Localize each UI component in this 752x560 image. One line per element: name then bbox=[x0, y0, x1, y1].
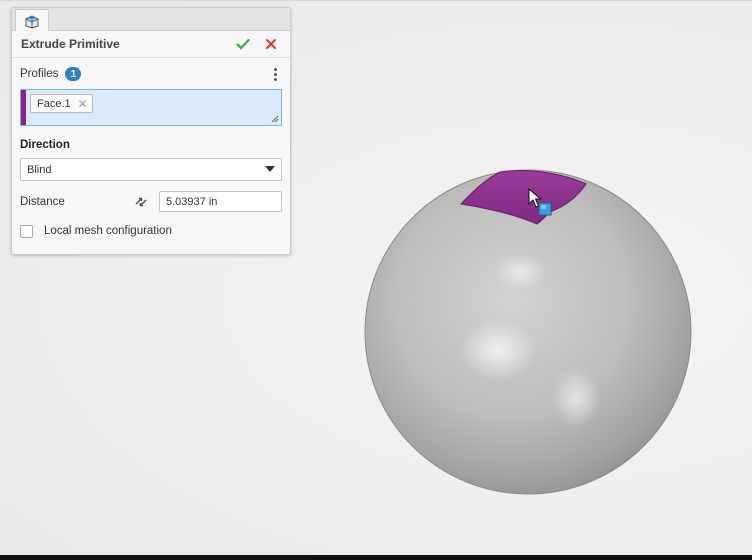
bottom-edge bbox=[0, 555, 752, 560]
local-mesh-row: Local mesh configuration bbox=[20, 223, 282, 239]
local-mesh-label: Local mesh configuration bbox=[44, 225, 172, 237]
feature-tab[interactable] bbox=[15, 9, 49, 31]
chevron-down-icon bbox=[265, 166, 275, 172]
selection-accent bbox=[21, 90, 26, 125]
distance-row: Distance 5.03937 in bbox=[20, 190, 282, 213]
local-mesh-checkbox[interactable] bbox=[20, 224, 33, 238]
flip-direction-icon bbox=[135, 197, 147, 206]
profiles-count-badge: 1 bbox=[65, 67, 82, 81]
dialog-title: Extrude Primitive bbox=[21, 37, 120, 51]
sphere-highlight-2 bbox=[494, 254, 546, 290]
check-icon bbox=[236, 38, 250, 50]
direction-dropdown[interactable]: Blind bbox=[20, 158, 282, 181]
sphere-highlight-3 bbox=[552, 368, 600, 428]
feature-dialog: Extrude Primitive Profiles 1 Face.1 ✕ Di… bbox=[11, 7, 291, 255]
profiles-row: Profiles 1 bbox=[20, 60, 282, 88]
profiles-selection-field[interactable]: Face.1 ✕ bbox=[20, 89, 282, 126]
profiles-label: Profiles bbox=[20, 68, 59, 80]
direction-selected-value: Blind bbox=[27, 163, 52, 176]
resize-handle-icon[interactable] bbox=[271, 115, 279, 123]
close-icon bbox=[266, 39, 276, 49]
distance-input[interactable]: 5.03937 in bbox=[159, 191, 282, 212]
more-vertical-icon[interactable] bbox=[268, 67, 282, 81]
chip-remove-icon[interactable]: ✕ bbox=[78, 97, 88, 111]
flip-direction-button[interactable] bbox=[131, 192, 151, 212]
profile-chip-label: Face.1 bbox=[37, 97, 71, 110]
dialog-header: Extrude Primitive bbox=[12, 31, 290, 58]
direction-heading: Direction bbox=[20, 139, 70, 151]
profile-chip[interactable]: Face.1 ✕ bbox=[30, 94, 93, 113]
cancel-button[interactable] bbox=[260, 33, 282, 55]
distance-label: Distance bbox=[20, 195, 65, 208]
dialog-body: Profiles 1 Face.1 ✕ Direction Blind Dist… bbox=[12, 60, 290, 239]
sphere-highlight-1 bbox=[460, 320, 536, 380]
accept-button[interactable] bbox=[232, 33, 254, 55]
extrude-feature-icon bbox=[25, 14, 39, 29]
dialog-tab-bar bbox=[12, 8, 290, 31]
